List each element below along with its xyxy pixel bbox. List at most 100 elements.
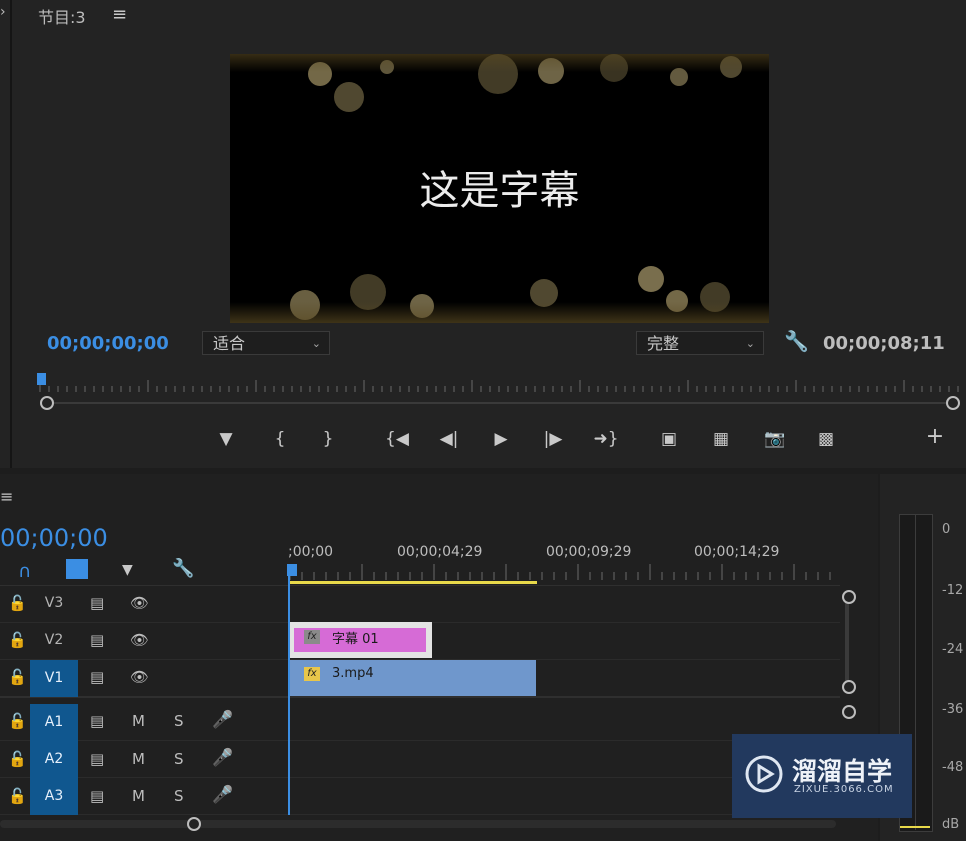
timeline-horizontal-scrollbar[interactable] [0,820,836,828]
lock-icon[interactable]: 🔓 [8,631,27,649]
track-row-a2 [0,741,840,778]
ruler-label-2: 00;00;09;29 [546,544,632,560]
zoom-handle-left[interactable] [40,396,54,410]
track-label-v2[interactable]: V2 [30,622,78,659]
meter-scale-24: -24 [942,642,964,657]
program-monitor-panel: › 节目:3 ≡ 这是字幕 00;00;00;00 适合 ⌄ 完整 ⌄ 🔧 00… [0,0,966,468]
fx-badge-icon: fx [304,667,320,681]
meter-scale-36: -36 [942,702,964,717]
sync-lock-icon[interactable]: ▤ [90,668,104,686]
sync-lock-icon[interactable]: ▤ [90,631,104,649]
video-tracks-scrollbar[interactable] [845,598,849,688]
ruler-label-3: 00;00;14;29 [694,544,780,560]
sync-lock-icon[interactable]: ▤ [90,750,104,768]
panel-divider [10,0,12,468]
playhead-line [288,575,290,815]
video-clip[interactable]: fx 3.mp4 [290,660,536,696]
meter-scale-12: -12 [942,583,964,598]
chevron-down-icon: ⌄ [745,337,755,350]
mute-track-button[interactable]: M [132,750,145,768]
sync-lock-icon[interactable]: ▤ [90,594,104,612]
zoom-level-select[interactable]: 适合 ⌄ [202,331,330,355]
microphone-icon[interactable]: 🎤 [212,710,233,730]
title-clip-name: 字幕 01 [332,632,379,647]
meter-level-peak [900,826,930,828]
go-to-in-icon[interactable]: {◀ [384,428,410,450]
add-marker-icon[interactable]: ▼ [216,428,236,450]
ruler-label-1: 00;00;04;29 [397,544,483,560]
watermark-logo: 溜溜自学 ZIXUE.3066.COM [732,734,912,818]
extract-icon[interactable]: ▦ [706,428,736,450]
eye-icon[interactable]: 👁 [130,631,149,649]
collapse-arrow-icon[interactable]: › [0,4,6,20]
track-label-a1[interactable]: A1 [30,704,78,741]
export-frame-camera-icon[interactable]: 📷 [762,428,788,450]
play-icon[interactable]: ▶ [488,428,514,450]
track-row-v3 [0,585,840,623]
mark-in-icon[interactable]: { [270,428,290,450]
microphone-icon[interactable]: 🎤 [212,748,233,768]
duration-timecode: 00;00;08;11 [823,333,945,354]
current-timecode[interactable]: 00;00;00;00 [47,333,169,354]
playback-resolution-value: 完整 [647,334,680,353]
microphone-icon[interactable]: 🎤 [212,785,233,805]
eye-icon[interactable]: 👁 [130,668,149,686]
solo-track-button[interactable]: S [174,750,184,768]
lock-icon[interactable]: 🔓 [8,594,27,612]
timeline-time-ruler[interactable] [288,562,840,582]
eye-icon[interactable]: 👁 [130,594,149,612]
sync-lock-icon[interactable]: ▤ [90,712,104,730]
zoom-level-value: 适合 [213,334,246,353]
monitor-time-ruler[interactable] [36,378,962,394]
lock-icon[interactable]: 🔓 [8,787,27,805]
timeline-settings-wrench-icon[interactable]: 🔧 [172,558,194,579]
snap-magnet-icon[interactable]: ∩ [18,561,38,582]
chevron-down-icon: ⌄ [311,337,321,350]
fx-badge-icon: fx [304,630,320,644]
title-clip[interactable]: fx 字幕 01 [290,622,432,658]
scroll-handle-bottom[interactable] [842,680,856,694]
lock-icon[interactable]: 🔓 [8,712,27,730]
track-label-a3[interactable]: A3 [30,778,78,815]
zoom-scroll-bar[interactable] [46,402,954,404]
lift-icon[interactable]: ▣ [654,428,684,450]
ruler-label-0: ;00;00 [288,544,334,560]
meter-scale-db: dB [942,817,960,832]
program-monitor-title[interactable]: 节目:3 [38,4,86,28]
solo-track-button[interactable]: S [174,712,184,730]
comparison-view-icon[interactable]: ▩ [810,428,842,450]
mute-track-button[interactable]: M [132,712,145,730]
solo-track-button[interactable]: S [174,787,184,805]
track-row-a1 [0,704,840,741]
meter-scale-0: 0 [942,522,951,537]
track-label-v1[interactable]: V1 [30,660,78,697]
lock-icon[interactable]: 🔓 [8,750,27,768]
button-editor-add-icon[interactable]: + [922,426,948,448]
scroll-handle-top[interactable] [842,590,856,604]
add-marker-icon[interactable]: ▼ [122,562,133,578]
track-label-a2[interactable]: A2 [30,741,78,778]
lock-icon[interactable]: 🔓 [8,668,27,686]
video-clip-name: 3.mp4 [332,666,374,681]
play-logo-icon [745,755,783,793]
video-preview: 这是字幕 [230,54,769,323]
caption-text: 这是字幕 [419,168,580,214]
audio-scroll-handle[interactable] [842,705,856,719]
timeline-menu-icon[interactable]: ≡ [0,487,13,506]
work-area-bar[interactable] [290,581,537,584]
mute-track-button[interactable]: M [132,787,145,805]
horizontal-scroll-handle[interactable] [187,817,201,831]
track-label-v3[interactable]: V3 [30,585,78,622]
sync-lock-icon[interactable]: ▤ [90,787,104,805]
mark-out-icon[interactable]: } [318,428,338,450]
zoom-handle-right[interactable] [946,396,960,410]
playback-resolution-select[interactable]: 完整 ⌄ [636,331,764,355]
timeline-timecode[interactable]: 00;00;00 [0,524,108,552]
step-forward-icon[interactable]: |▶ [540,428,566,450]
monitor-playhead[interactable] [37,373,46,385]
step-back-icon[interactable]: ◀| [436,428,462,450]
linked-selection-icon[interactable] [66,559,88,579]
panel-menu-icon[interactable]: ≡ [112,4,127,25]
go-to-out-icon[interactable]: ➜} [592,428,620,450]
settings-wrench-icon[interactable]: 🔧 [784,329,809,353]
